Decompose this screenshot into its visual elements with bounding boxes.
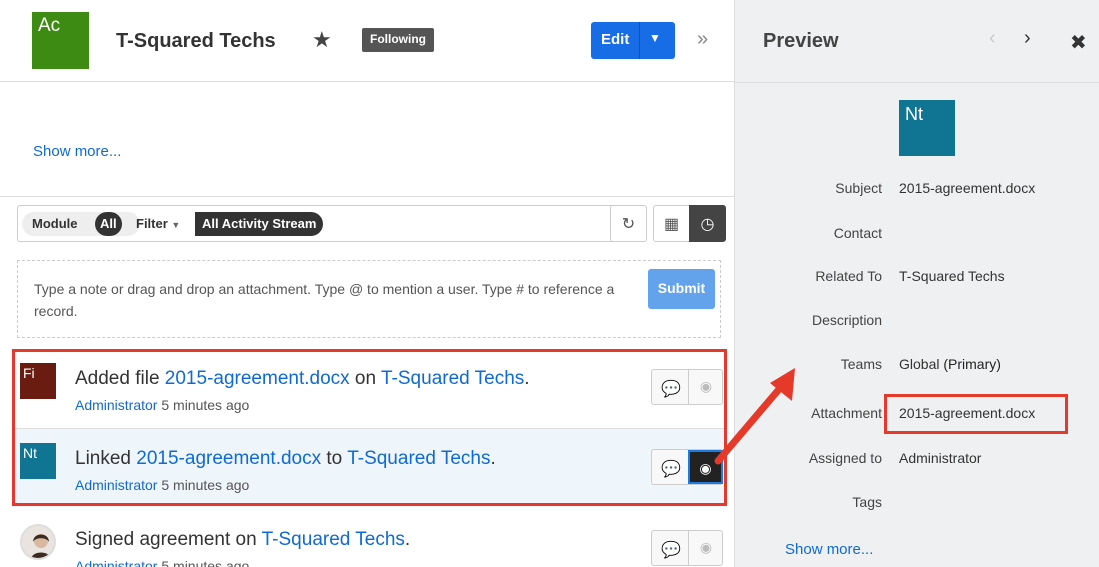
field-label: Tags — [852, 494, 882, 510]
stream-filter[interactable]: Filter ▼ All Activity Stream — [128, 212, 350, 236]
edit-label: Edit — [601, 31, 630, 48]
module-filter[interactable]: Module All — [22, 212, 140, 236]
preview-pane: Preview ‹ › ✖ Nt Subject 2015-agreement.… — [734, 0, 1099, 567]
field-label: Related To — [815, 268, 882, 284]
divider — [735, 82, 1099, 83]
refresh-button[interactable]: ↻ — [610, 205, 647, 242]
chevron-right-icon[interactable]: › — [1024, 27, 1031, 50]
table-icon: ▦ — [663, 216, 680, 233]
activity-text: Signed agreement on T-Squared Techs. — [75, 529, 411, 550]
field-label: Description — [811, 312, 882, 328]
avatar[interactable] — [20, 524, 56, 560]
favorite-star-icon[interactable]: ★ — [312, 27, 332, 53]
note-composer[interactable]: Type a note or drag and drop an attachme… — [17, 260, 721, 338]
user-link[interactable]: Administrator — [75, 558, 157, 567]
divider — [0, 196, 734, 197]
note-input[interactable]: Type a note or drag and drop an attachme… — [34, 278, 634, 322]
activity-view-button[interactable]: ◷ — [689, 205, 726, 242]
module-label: Module — [32, 216, 78, 231]
activity-actions: 💬 ◉ — [651, 530, 723, 566]
highlight-box — [884, 394, 1068, 434]
annotation-arrow-icon — [714, 368, 795, 465]
module-value[interactable]: All — [95, 212, 122, 236]
clock-icon: ◷ — [700, 216, 715, 233]
toggle-sidebar-icon[interactable]: » — [697, 28, 708, 51]
filter-label: Filter ▼ — [136, 216, 181, 231]
chevron-down-icon: ▼ — [171, 220, 181, 230]
submit-button[interactable]: Submit — [648, 269, 715, 309]
edit-divider — [639, 22, 640, 59]
page-title[interactable]: T-Squared Techs — [116, 30, 276, 53]
teams-value: Global (Primary) — [899, 356, 1001, 372]
eye-icon[interactable]: ◉ — [688, 531, 723, 565]
chevron-left-icon[interactable]: ‹ — [989, 27, 996, 50]
preview-title: Preview — [763, 30, 839, 52]
subject-value[interactable]: 2015-agreement.docx — [899, 180, 1035, 196]
show-more-link[interactable]: Show more... — [33, 143, 121, 160]
person-photo-icon — [31, 534, 51, 558]
activity-meta: Administrator 5 minutes ago — [75, 558, 249, 567]
preview-show-more-link[interactable]: Show more... — [785, 541, 873, 558]
assigned-to-value[interactable]: Administrator — [899, 450, 981, 466]
list-item: Signed agreement on T-Squared Techs. Adm… — [12, 510, 727, 567]
edit-button[interactable]: Edit ▼ — [591, 22, 675, 59]
filter-value[interactable]: All Activity Stream — [195, 212, 324, 236]
activity-filter-bar[interactable]: Module All Filter ▼ All Activity Stream — [17, 205, 642, 242]
following-button[interactable]: Following — [362, 28, 434, 52]
related-to-value[interactable]: T-Squared Techs — [899, 268, 1005, 284]
record-pane: Ac T-Squared Techs ★ Following Edit ▼ » … — [0, 0, 734, 567]
activity-link[interactable]: T-Squared Techs — [262, 529, 405, 550]
field-label: Subject — [835, 180, 882, 196]
preview-avatar: Nt — [899, 100, 955, 156]
record-header: Ac T-Squared Techs ★ Following Edit ▼ » — [0, 0, 734, 82]
field-label: Contact — [833, 225, 882, 241]
comment-icon[interactable]: 💬 — [661, 540, 681, 560]
record-avatar: Ac — [32, 12, 89, 69]
highlight-box — [12, 349, 727, 506]
chevron-down-icon[interactable]: ▼ — [649, 31, 661, 45]
list-view-button[interactable]: ▦ — [653, 205, 690, 242]
refresh-icon: ↻ — [621, 216, 636, 233]
close-icon[interactable]: ✖ — [1070, 30, 1087, 55]
